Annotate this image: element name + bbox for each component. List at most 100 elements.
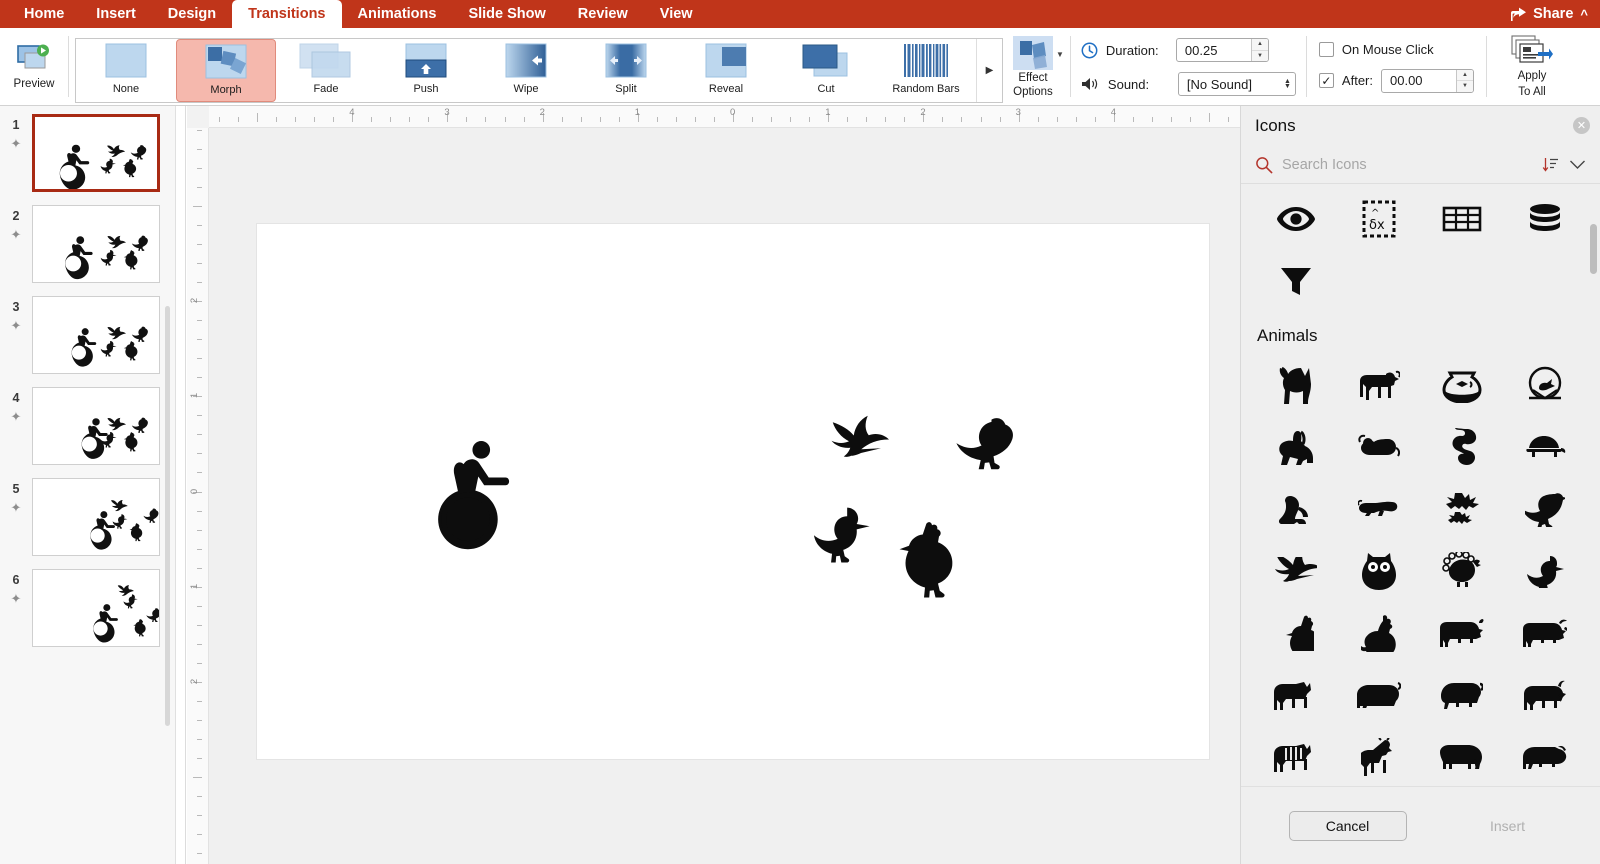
- peacock-icon[interactable]: [1421, 544, 1504, 598]
- transition-reveal[interactable]: Reveal: [676, 39, 776, 102]
- transition-wipe[interactable]: Wipe: [476, 39, 576, 102]
- horizontal-ruler[interactable]: 432101234: [187, 106, 1240, 128]
- search-input[interactable]: Search Icons: [1282, 157, 1533, 173]
- icons-search-bar[interactable]: Search Icons: [1241, 146, 1600, 184]
- sort-descending-icon[interactable]: [1542, 157, 1559, 173]
- cat-icon[interactable]: [1255, 358, 1338, 412]
- chicken-icon[interactable]: [1255, 606, 1338, 660]
- lizard-icon[interactable]: [1338, 482, 1421, 536]
- chevron-up-icon[interactable]: ^: [1580, 7, 1588, 22]
- funnel-filter-icon[interactable]: [1255, 254, 1338, 308]
- transition-none[interactable]: None: [76, 39, 176, 102]
- after-field[interactable]: ▲ ▼: [1381, 68, 1474, 93]
- rooster-icon[interactable]: [1338, 606, 1421, 660]
- bats-icon[interactable]: [1421, 482, 1504, 536]
- giraffe-icon[interactable]: [1338, 730, 1421, 784]
- menu-tab-view[interactable]: View: [644, 0, 709, 28]
- frog-icon[interactable]: [1255, 482, 1338, 536]
- dog-icon[interactable]: [1338, 358, 1421, 412]
- slide-thumbnail-4[interactable]: [32, 387, 160, 465]
- menu-tab-transitions[interactable]: Transitions: [232, 0, 342, 28]
- gallery-more-arrow-icon[interactable]: ▶: [976, 38, 1002, 102]
- after-stepper[interactable]: ▲ ▼: [1456, 69, 1473, 92]
- slide-list-item-5[interactable]: 5 ✦: [0, 478, 175, 556]
- slide-thumbnail-3[interactable]: [32, 296, 160, 374]
- close-icon[interactable]: ✕: [1573, 117, 1590, 134]
- hummingbird-icon[interactable]: [1255, 544, 1338, 598]
- chevron-down-icon[interactable]: [1569, 159, 1586, 170]
- rabbit-icon[interactable]: [1255, 420, 1338, 474]
- rhinoceros-icon[interactable]: [1503, 730, 1586, 784]
- menu-tab-slide-show[interactable]: Slide Show: [452, 0, 561, 28]
- duration-stepper[interactable]: ▲ ▼: [1250, 39, 1268, 62]
- mouse-icon[interactable]: [1338, 420, 1421, 474]
- duration-stepper-down[interactable]: ▼: [1252, 51, 1268, 62]
- snake-icon[interactable]: [1421, 420, 1504, 474]
- cow-icon[interactable]: [1421, 606, 1504, 660]
- cancel-button[interactable]: Cancel: [1288, 810, 1407, 841]
- slide-thumbnail-1[interactable]: [32, 114, 160, 192]
- effect-options-button[interactable]: Effect Options ▼: [1013, 35, 1064, 98]
- slide-thumbnail-2[interactable]: [32, 205, 160, 283]
- data-analysis-icon[interactable]: ^ δx: [1338, 192, 1421, 246]
- duration-input[interactable]: [1176, 39, 1251, 61]
- insert-button[interactable]: Insert: [1463, 811, 1553, 841]
- menu-tab-animations[interactable]: Animations: [342, 0, 453, 28]
- panel-divider[interactable]: [176, 106, 186, 864]
- after-stepper-up[interactable]: ▲: [1457, 70, 1473, 81]
- slide-thumbnail-6[interactable]: [32, 569, 160, 647]
- after-input[interactable]: [1382, 69, 1456, 92]
- slide-list-item-4[interactable]: 4 ✦: [0, 387, 175, 465]
- elephant-icon[interactable]: [1421, 730, 1504, 784]
- sound-select[interactable]: [No Sound] ▲ ▼: [1177, 72, 1296, 96]
- slide-panel-scrollbar[interactable]: [165, 306, 170, 726]
- crow-icon[interactable]: [1503, 482, 1586, 536]
- transition-star-icon[interactable]: ✦: [11, 228, 22, 241]
- menu-tab-review[interactable]: Review: [562, 0, 644, 28]
- slide-list-item-3[interactable]: 3 ✦: [0, 296, 175, 374]
- duration-field[interactable]: ▲ ▼: [1175, 38, 1269, 62]
- owl-icon[interactable]: [1338, 544, 1421, 598]
- zebra-icon[interactable]: [1255, 730, 1338, 784]
- after-checkbox[interactable]: ✓: [1318, 73, 1334, 88]
- slide-thumbnail-panel[interactable]: 1 ✦ 2 ✦ 3 ✦ 4 ✦ 5 ✦ 6 ✦: [0, 106, 176, 864]
- caret-down-icon[interactable]: ▼: [1056, 50, 1064, 59]
- sound-stepper-icon[interactable]: ▲ ▼: [1284, 78, 1291, 90]
- slide-list-item-6[interactable]: 6 ✦: [0, 569, 175, 647]
- preview-button[interactable]: Preview: [6, 44, 62, 90]
- transition-morph[interactable]: Morph: [176, 38, 276, 102]
- transition-star-icon[interactable]: ✦: [11, 501, 22, 514]
- slide-list-item-1[interactable]: 1 ✦: [0, 114, 175, 192]
- hamster-wheel-icon[interactable]: [1503, 358, 1586, 412]
- slide-thumbnail-5[interactable]: [32, 478, 160, 556]
- share-button[interactable]: Share: [1510, 6, 1573, 22]
- table-grid-icon[interactable]: [1421, 192, 1504, 246]
- vertical-ruler[interactable]: 21012: [187, 128, 209, 864]
- transition-star-icon[interactable]: ✦: [11, 137, 22, 150]
- sheep-icon[interactable]: [1421, 668, 1504, 722]
- transition-random-bars[interactable]: Random Bars: [876, 39, 976, 102]
- slide-canvas[interactable]: [257, 224, 1209, 759]
- horse-icon[interactable]: [1255, 668, 1338, 722]
- icons-panel-body[interactable]: ^ δx Animals: [1241, 184, 1600, 786]
- fishbowl-icon[interactable]: [1421, 358, 1504, 412]
- on-mouse-click-checkbox[interactable]: [1318, 41, 1334, 57]
- transition-star-icon[interactable]: ✦: [11, 410, 22, 423]
- transition-star-icon[interactable]: ✦: [11, 592, 22, 605]
- transition-cut[interactable]: Cut: [776, 39, 876, 102]
- transition-star-icon[interactable]: ✦: [11, 319, 22, 332]
- goat-icon[interactable]: [1503, 668, 1586, 722]
- after-stepper-down[interactable]: ▼: [1457, 81, 1473, 92]
- apply-to-all-button[interactable]: Apply To All: [1495, 35, 1569, 98]
- database-icon[interactable]: [1503, 192, 1586, 246]
- duck-icon[interactable]: [1503, 544, 1586, 598]
- bull-icon[interactable]: [1503, 606, 1586, 660]
- turtle-icon[interactable]: [1503, 420, 1586, 474]
- duration-stepper-up[interactable]: ▲: [1251, 39, 1268, 51]
- transition-fade[interactable]: Fade: [276, 39, 376, 102]
- icons-panel-scrollbar[interactable]: [1590, 224, 1597, 274]
- menu-tab-insert[interactable]: Insert: [80, 0, 152, 28]
- transition-split[interactable]: Split: [576, 39, 676, 102]
- pig-icon[interactable]: [1338, 668, 1421, 722]
- menu-tab-home[interactable]: Home: [8, 0, 80, 28]
